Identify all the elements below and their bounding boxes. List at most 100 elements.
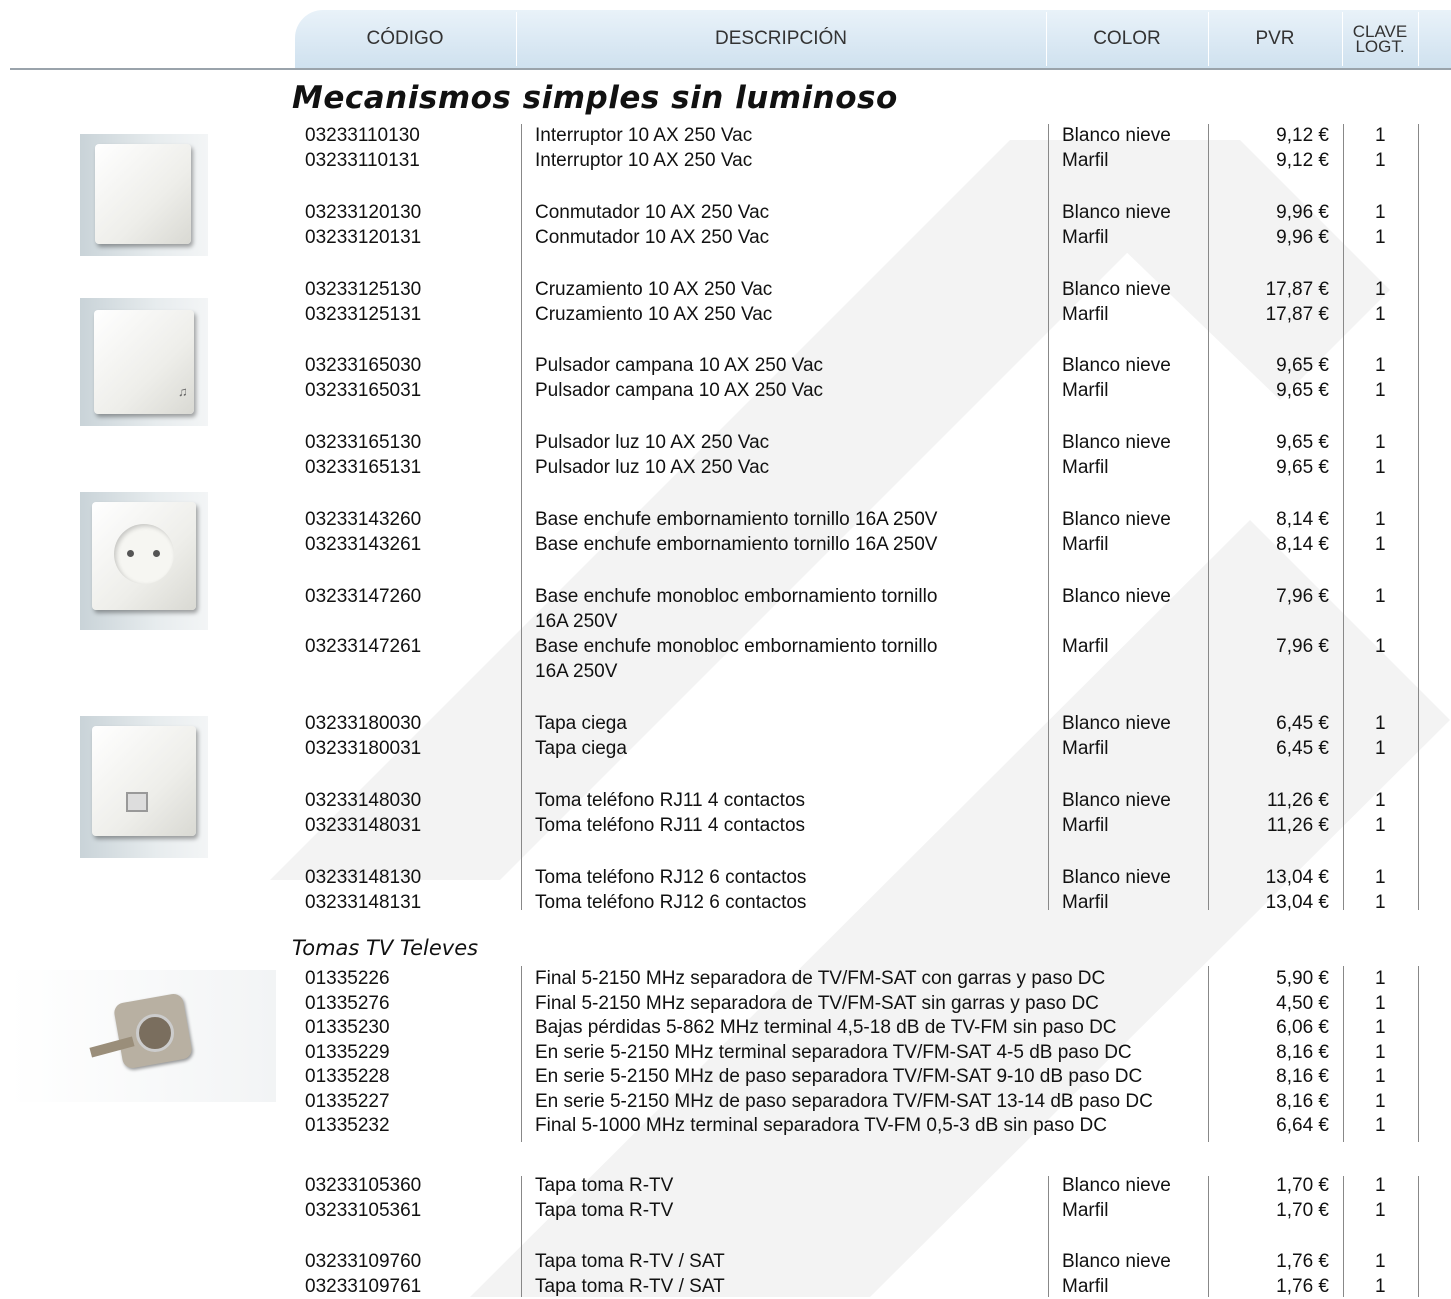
product-price: 9,65 € [1276, 355, 1329, 376]
product-description: Toma teléfono RJ12 6 contactos [535, 867, 807, 888]
tv-socket-image [10, 970, 276, 1102]
header-pvr: PVR [1255, 28, 1295, 49]
product-description: Base enchufe monobloc embornamiento torn… [535, 586, 938, 607]
product-code: 03233105360 [305, 1175, 422, 1196]
product-price: 8,14 € [1276, 534, 1329, 555]
product-code: 03233148131 [305, 892, 422, 913]
product-description: Toma teléfono RJ11 4 contactos [535, 815, 806, 836]
phone-jack-plate-image [80, 716, 208, 858]
product-color: Blanco nieve [1062, 355, 1171, 376]
product-price: 8,16 € [1276, 1090, 1329, 1112]
header-color: COLOR [1093, 28, 1161, 49]
product-color: Blanco nieve [1062, 713, 1171, 734]
product-color: Marfil [1062, 227, 1109, 248]
product-price: 7,96 € [1276, 586, 1329, 607]
product-clave: 1 [1375, 1090, 1386, 1112]
product-price: 9,12 € [1276, 125, 1329, 146]
product-code: 03233180031 [305, 738, 422, 759]
product-price: 1,76 € [1276, 1276, 1329, 1297]
product-code: 03233148130 [305, 867, 422, 888]
product-clave: 1 [1375, 125, 1386, 146]
product-clave: 1 [1375, 1251, 1386, 1272]
socket-plate-image [80, 492, 208, 630]
product-description-line2: 16A 250V [535, 611, 618, 632]
product-description: Toma teléfono RJ12 6 contactos [535, 892, 807, 913]
product-code: 03233110130 [305, 125, 420, 146]
product-clave: 1 [1375, 1041, 1386, 1063]
product-description: Base enchufe monobloc embornamiento torn… [535, 636, 938, 657]
product-clave: 1 [1375, 1115, 1386, 1136]
product-description: Cruzamiento 10 AX 250 Vac [535, 279, 773, 300]
product-clave: 1 [1375, 227, 1386, 248]
product-price: 9,65 € [1276, 432, 1329, 453]
product-code: 01335276 [305, 992, 390, 1014]
product-description: Tapa toma R-TV [535, 1175, 674, 1196]
product-description: En serie 5-2150 MHz terminal separadora … [535, 1041, 1132, 1063]
product-color: Marfil [1062, 304, 1109, 325]
product-clave: 1 [1375, 713, 1386, 734]
product-code: 03233147260 [305, 586, 422, 607]
product-price: 6,06 € [1276, 1017, 1329, 1038]
product-color: Blanco nieve [1062, 586, 1171, 607]
product-color: Blanco nieve [1062, 509, 1171, 530]
product-description: Conmutador 10 AX 250 Vac [535, 227, 770, 248]
product-color: Blanco nieve [1062, 790, 1171, 811]
product-description: Toma teléfono RJ11 4 contactos [535, 790, 806, 811]
product-clave: 1 [1375, 790, 1386, 811]
product-clave: 1 [1375, 636, 1386, 657]
product-code: 03233148030 [305, 790, 422, 811]
product-color: Marfil [1062, 380, 1109, 401]
product-description: En serie 5-2150 MHz de paso separadora T… [535, 1090, 1153, 1112]
product-description: Tapa toma R-TV / SAT [535, 1251, 725, 1272]
product-code: 03233165031 [305, 380, 422, 401]
product-clave: 1 [1375, 355, 1386, 376]
product-code: 03233148031 [305, 815, 422, 836]
header-clave: CLAVE LOGT. [1342, 10, 1418, 68]
product-description: Base enchufe embornamiento tornillo 16A … [535, 509, 938, 530]
product-price: 6,64 € [1276, 1115, 1329, 1136]
product-price: 4,50 € [1276, 992, 1329, 1014]
product-description: Pulsador campana 10 AX 250 Vac [535, 355, 824, 376]
product-code: 03233125130 [305, 279, 422, 300]
product-description: Pulsador luz 10 AX 250 Vac [535, 432, 770, 453]
product-clave: 1 [1375, 892, 1386, 913]
product-clave: 1 [1375, 1066, 1386, 1087]
product-code: 03233143260 [305, 509, 422, 530]
product-price: 5,90 € [1276, 968, 1329, 989]
product-clave: 1 [1375, 738, 1386, 759]
product-code: 03233165030 [305, 355, 422, 376]
section-title: Mecanismos simples sin luminoso [292, 80, 898, 116]
product-clave: 1 [1375, 509, 1386, 530]
product-description: Pulsador campana 10 AX 250 Vac [535, 380, 824, 401]
product-color: Blanco nieve [1062, 1251, 1171, 1272]
product-code: 03233109761 [305, 1276, 422, 1297]
product-color: Blanco nieve [1062, 432, 1171, 453]
product-description: En serie 5-2150 MHz de paso separadora T… [535, 1066, 1143, 1087]
product-price: 8,14 € [1276, 509, 1329, 530]
product-color: Marfil [1062, 1276, 1109, 1297]
product-price: 1,70 € [1276, 1175, 1329, 1196]
product-description: Tapa toma R-TV / SAT [535, 1276, 725, 1297]
product-color: Marfil [1062, 1200, 1109, 1221]
product-code: 03233180030 [305, 713, 422, 734]
product-description: Tapa toma R-TV [535, 1200, 674, 1221]
product-code: 01335229 [305, 1041, 390, 1063]
product-description: Final 5-2150 MHz separadora de TV/FM-SAT… [535, 968, 1106, 989]
switch-plate-image [80, 134, 208, 256]
product-price: 9,65 € [1276, 457, 1329, 478]
product-description: Interruptor 10 AX 250 Vac [535, 125, 753, 146]
product-price: 6,45 € [1276, 713, 1329, 734]
product-code: 01335228 [305, 1066, 390, 1087]
product-clave: 1 [1375, 1175, 1386, 1196]
product-code: 03233110131 [305, 150, 420, 171]
header-codigo: CÓDIGO [366, 28, 444, 49]
product-description: Cruzamiento 10 AX 250 Vac [535, 304, 773, 325]
product-description-line2: 16A 250V [535, 661, 618, 682]
product-code: 03233120131 [305, 227, 422, 248]
product-clave: 1 [1375, 279, 1386, 300]
product-clave: 1 [1375, 968, 1386, 989]
product-price: 11,26 € [1267, 790, 1329, 811]
product-clave: 1 [1375, 534, 1386, 555]
product-description: Conmutador 10 AX 250 Vac [535, 202, 770, 223]
product-code: 01335227 [305, 1090, 390, 1112]
